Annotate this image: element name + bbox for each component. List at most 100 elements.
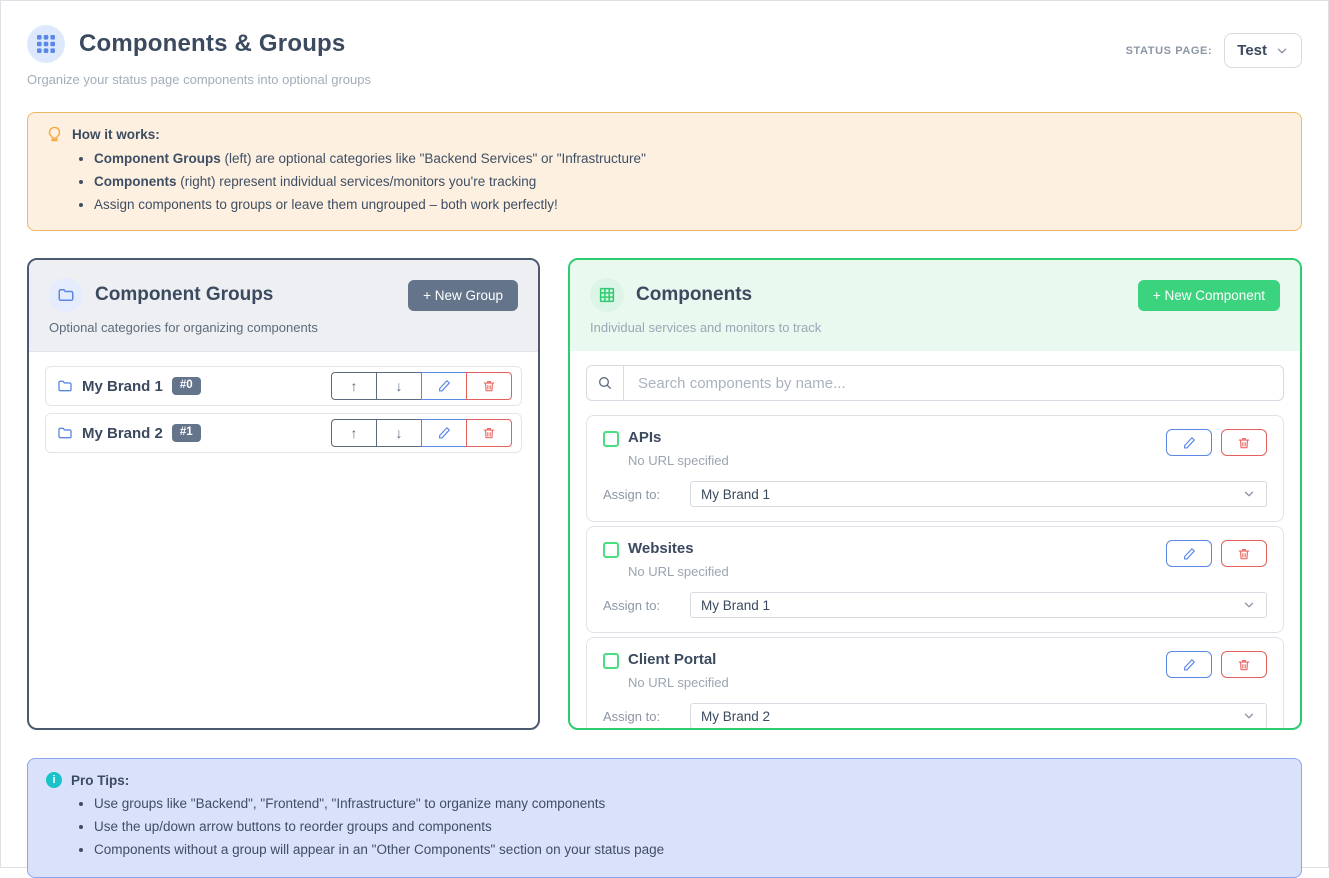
component-checkbox[interactable] — [603, 431, 619, 447]
component-checkbox[interactable] — [603, 653, 619, 669]
groups-panel-subtitle: Optional categories for organizing compo… — [49, 320, 518, 335]
trash-icon — [482, 426, 496, 440]
move-group-up-button[interactable]: ↑ — [331, 372, 377, 400]
edit-component-button[interactable] — [1166, 429, 1212, 456]
component-groups-panel: Component Groups + New Group Optional ca… — [27, 258, 540, 730]
assign-group-select[interactable]: My Brand 1 — [690, 592, 1267, 618]
search-row — [586, 365, 1284, 401]
component-actions — [1166, 429, 1267, 456]
down-arrow-icon: ↓ — [396, 425, 403, 441]
edit-component-button[interactable] — [1166, 651, 1212, 678]
pro-tips-item: Use groups like "Backend", "Frontend", "… — [94, 792, 1283, 815]
assign-group-select[interactable]: My Brand 1 — [690, 481, 1267, 507]
grid-icon — [590, 278, 624, 312]
pro-tips-item: Components without a group will appear i… — [94, 838, 1283, 861]
chevron-down-icon — [1242, 709, 1256, 723]
pro-tips-callout: i Pro Tips: Use groups like "Backend", "… — [27, 758, 1302, 878]
group-order-badge: #0 — [172, 377, 201, 395]
how-it-works-item: Assign components to groups or leave the… — [94, 193, 1283, 216]
how-it-works-title: How it works: — [72, 127, 160, 142]
folder-icon — [57, 425, 73, 441]
move-group-down-button[interactable]: ↓ — [376, 372, 422, 400]
panels-row: Component Groups + New Group Optional ca… — [27, 258, 1302, 730]
page-subtitle: Organize your status page components int… — [27, 72, 371, 87]
chevron-down-icon — [1242, 598, 1256, 612]
up-arrow-icon: ↑ — [351, 425, 358, 441]
edit-component-button[interactable] — [1166, 540, 1212, 567]
new-group-button[interactable]: + New Group — [408, 280, 518, 311]
assign-group-value: My Brand 2 — [701, 709, 770, 724]
search-components-input[interactable] — [624, 365, 1284, 401]
chevron-down-icon — [1242, 487, 1256, 501]
trash-icon — [1237, 547, 1251, 561]
header-right: STATUS PAGE: Test — [1126, 33, 1302, 68]
group-order-badge: #1 — [172, 424, 201, 442]
group-actions: ↑ ↓ — [331, 419, 512, 447]
trash-icon — [482, 379, 496, 393]
pro-tips-title: Pro Tips: — [71, 773, 129, 788]
component-card: APIs No URL specified — [586, 415, 1284, 522]
pro-tips-item: Use the up/down arrow buttons to reorder… — [94, 815, 1283, 838]
component-name: APIs — [628, 429, 729, 446]
info-icon: i — [46, 772, 62, 788]
edit-group-button[interactable] — [421, 372, 467, 400]
group-row: My Brand 1 #0 ↑ ↓ — [45, 366, 522, 406]
how-it-works-item: Components (right) represent individual … — [94, 170, 1283, 193]
group-name: My Brand 2 — [82, 425, 163, 442]
pencil-icon — [1182, 547, 1196, 561]
down-arrow-icon: ↓ — [396, 378, 403, 394]
header-left: Components & Groups Organize your status… — [27, 25, 371, 87]
new-component-button[interactable]: + New Component — [1138, 280, 1280, 311]
move-group-up-button[interactable]: ↑ — [331, 419, 377, 447]
delete-group-button[interactable] — [466, 419, 512, 447]
component-card: Client Portal No URL specified — [586, 637, 1284, 728]
how-it-works-item: Component Groups (left) are optional cat… — [94, 147, 1283, 170]
components-list: APIs No URL specified — [570, 351, 1300, 728]
pencil-icon — [1182, 436, 1196, 450]
apps-grid-icon — [27, 25, 65, 63]
folder-icon — [49, 278, 83, 312]
component-url-status: No URL specified — [628, 675, 729, 690]
components-panel-subtitle: Individual services and monitors to trac… — [590, 320, 1280, 335]
groups-panel-title: Component Groups — [95, 284, 273, 306]
up-arrow-icon: ↑ — [351, 378, 358, 394]
move-group-down-button[interactable]: ↓ — [376, 419, 422, 447]
how-it-works-list: Component Groups (left) are optional cat… — [94, 147, 1283, 216]
assign-to-label: Assign to: — [603, 709, 690, 724]
page: Components & Groups Organize your status… — [1, 1, 1328, 867]
component-checkbox[interactable] — [603, 542, 619, 558]
delete-component-button[interactable] — [1221, 651, 1267, 678]
chevron-down-icon — [1275, 44, 1289, 58]
edit-group-button[interactable] — [421, 419, 467, 447]
groups-panel-header: Component Groups + New Group Optional ca… — [29, 260, 538, 352]
status-page-label: STATUS PAGE: — [1126, 45, 1213, 57]
group-row: My Brand 2 #1 ↑ ↓ — [45, 413, 522, 453]
how-it-works-callout: How it works: Component Groups (left) ar… — [27, 112, 1302, 231]
component-url-status: No URL specified — [628, 453, 729, 468]
trash-icon — [1237, 658, 1251, 672]
page-title: Components & Groups — [79, 30, 345, 58]
components-panel: Components + New Component Individual se… — [568, 258, 1302, 730]
pencil-icon — [437, 379, 451, 393]
status-page-select[interactable]: Test — [1224, 33, 1302, 68]
assign-to-label: Assign to: — [603, 487, 690, 502]
component-name: Websites — [628, 540, 729, 557]
assign-to-label: Assign to: — [603, 598, 690, 613]
trash-icon — [1237, 436, 1251, 450]
lightbulb-icon — [46, 126, 63, 143]
pencil-icon — [437, 426, 451, 440]
folder-icon — [57, 378, 73, 394]
delete-component-button[interactable] — [1221, 540, 1267, 567]
component-url-status: No URL specified — [628, 564, 729, 579]
assign-group-select[interactable]: My Brand 2 — [690, 703, 1267, 728]
component-actions — [1166, 540, 1267, 567]
page-header: Components & Groups Organize your status… — [27, 25, 1302, 87]
pencil-icon — [1182, 658, 1196, 672]
components-panel-header: Components + New Component Individual se… — [570, 260, 1300, 351]
delete-group-button[interactable] — [466, 372, 512, 400]
component-actions — [1166, 651, 1267, 678]
assign-group-value: My Brand 1 — [701, 487, 770, 502]
groups-list: My Brand 1 #0 ↑ ↓ — [29, 352, 538, 728]
delete-component-button[interactable] — [1221, 429, 1267, 456]
component-card: Websites No URL specified — [586, 526, 1284, 633]
